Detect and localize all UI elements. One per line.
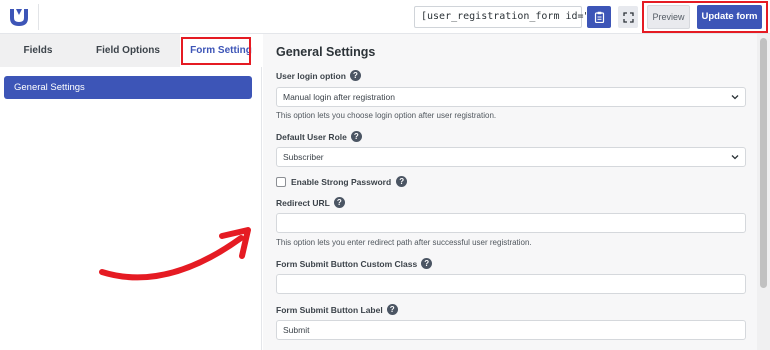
default-role-label: Default User Role ? — [276, 131, 362, 142]
fullscreen-icon — [622, 11, 634, 23]
tab-field-options[interactable]: Field Options — [76, 34, 180, 67]
scrollbar-thumb[interactable] — [760, 38, 767, 288]
redirect-url-label: Redirect URL ? — [276, 197, 345, 208]
help-icon[interactable]: ? — [350, 131, 362, 142]
sidebar-item-general-settings[interactable]: General Settings — [4, 76, 252, 99]
chevron-down-icon — [731, 95, 739, 100]
submit-label-input[interactable]: Submit — [276, 320, 746, 340]
section-title: General Settings — [276, 45, 376, 59]
strong-password-row: Enable Strong Password ? — [276, 176, 408, 187]
help-icon[interactable]: ? — [421, 258, 433, 269]
shortcode-field[interactable]: [user_registration_form id="8"] — [414, 6, 608, 28]
default-role-value: Subscriber — [283, 152, 324, 162]
submit-class-label-text: Form Submit Button Custom Class — [276, 258, 418, 269]
submit-class-label: Form Submit Button Custom Class ? — [276, 258, 433, 269]
fullscreen-button[interactable] — [618, 6, 638, 28]
login-option-select[interactable]: Manual login after registration — [276, 87, 746, 107]
help-icon[interactable]: ? — [396, 176, 408, 187]
builder-tabs: Fields Field Options Form Setting — [0, 34, 262, 67]
login-option-value: Manual login after registration — [283, 92, 395, 102]
top-toolbar: [user_registration_form id="8"] Preview … — [0, 0, 770, 34]
help-icon[interactable]: ? — [349, 70, 361, 81]
tab-fields[interactable]: Fields — [0, 34, 76, 67]
submit-label-label: Form Submit Button Label ? — [276, 304, 398, 315]
copy-shortcode-button[interactable] — [587, 6, 611, 28]
update-form-button[interactable]: Update form — [697, 5, 762, 29]
redirect-url-input[interactable] — [276, 213, 746, 233]
default-role-select[interactable]: Subscriber — [276, 147, 746, 167]
help-icon[interactable]: ? — [386, 304, 398, 315]
scrollbar[interactable] — [757, 34, 770, 350]
annotation-arrow-icon — [99, 227, 251, 281]
settings-panel — [263, 34, 757, 350]
login-option-label: User login option ? — [276, 70, 361, 81]
preview-button[interactable]: Preview — [647, 5, 690, 29]
highlight-box-form-setting — [181, 37, 251, 65]
submit-label-label-text: Form Submit Button Label — [276, 304, 383, 315]
redirect-url-label-text: Redirect URL — [276, 197, 330, 208]
strong-password-label: Enable Strong Password — [291, 176, 392, 187]
login-option-hint: This option lets you choose login option… — [276, 111, 497, 120]
submit-class-input[interactable] — [276, 274, 746, 294]
default-role-label-text: Default User Role — [276, 131, 347, 142]
clipboard-icon — [594, 11, 604, 23]
logo-divider — [38, 4, 39, 30]
login-option-label-text: User login option — [276, 70, 346, 81]
redirect-url-hint: This option lets you enter redirect path… — [276, 238, 532, 247]
logo-icon — [10, 9, 28, 26]
builder-sidebar: Fields Field Options Form Setting Genera… — [0, 34, 262, 350]
strong-password-checkbox[interactable] — [276, 176, 286, 187]
help-icon[interactable]: ? — [333, 197, 345, 208]
chevron-down-icon — [731, 155, 739, 160]
